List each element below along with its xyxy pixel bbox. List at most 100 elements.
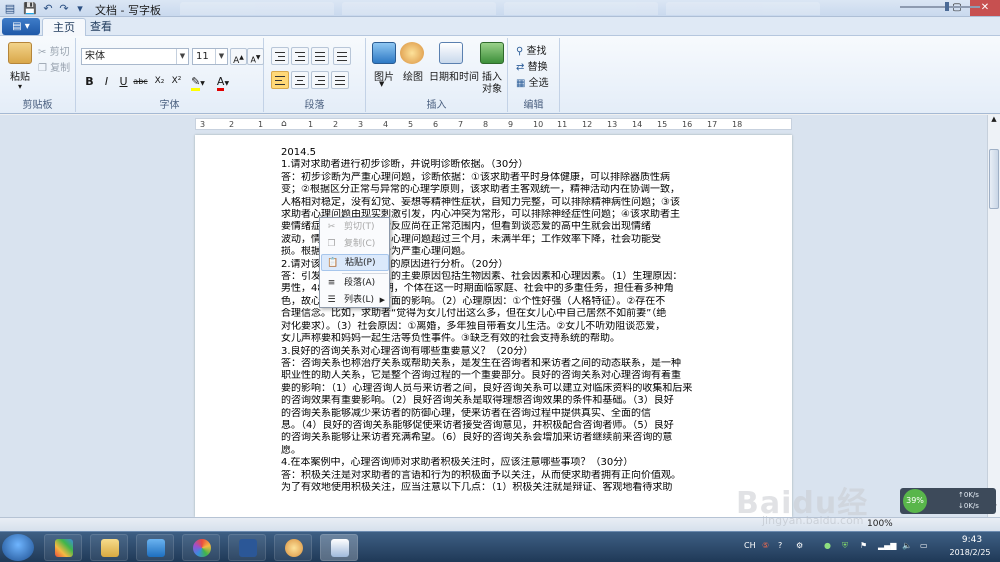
document-line: 对化要求）。（3）社会原因：①离婚，多年独自带着女儿生活。②女儿不听劝阻谈恋爱，: [281, 320, 666, 332]
vertical-scrollbar[interactable]: ▲ ▼: [987, 115, 1000, 517]
shield-icon[interactable]: ⛨: [842, 541, 848, 551]
app-menu-button[interactable]: ▤ ▾: [2, 18, 40, 35]
action-center-icon[interactable]: ⚑: [860, 541, 867, 550]
increase-indent-button[interactable]: [291, 47, 309, 65]
clock-time[interactable]: 9:43: [952, 535, 992, 545]
align-right-button[interactable]: [311, 71, 329, 89]
insert-object-icon[interactable]: [480, 42, 504, 64]
save-icon[interactable]: 💾: [22, 1, 38, 16]
input-language[interactable]: CH: [744, 541, 756, 550]
redo-icon[interactable]: ↷: [56, 1, 72, 16]
app-icon[interactable]: ▤: [2, 1, 18, 16]
network-speed-widget[interactable]: 39% ↑0K/s ↓0K/s: [900, 488, 996, 514]
font-size-select[interactable]: 11 ▼: [192, 48, 228, 65]
document-page[interactable]: 2014.5 1.请对求助者进行初步诊断，并说明诊断依据。（30分） 答：初步诊断为…: [195, 135, 792, 517]
superscript-button[interactable]: X²: [168, 73, 185, 90]
document-text[interactable]: 2014.5 1.请对求助者进行初步诊断，并说明诊断依据。（30分） 答：初步诊断为…: [281, 147, 699, 494]
cut-button[interactable]: ✂ 剪切: [38, 43, 70, 58]
tab-view[interactable]: 查看: [80, 18, 122, 36]
context-menu-copy[interactable]: ❐ 复制(C): [321, 236, 389, 253]
shrink-font-button[interactable]: A▼: [247, 48, 264, 65]
highlight-color-button[interactable]: ✎▼: [187, 73, 209, 91]
paint-drawing-button[interactable]: 绘图: [403, 68, 423, 83]
paste-dropdown-icon[interactable]: ▾: [18, 82, 22, 91]
battery-icon[interactable]: ▭: [920, 541, 928, 550]
document-line: 变；②根据区分正常与异常的心理学原则，该求助者主客观统一，精神活动内在协调一致，: [281, 184, 680, 196]
calendar-icon[interactable]: [439, 42, 463, 64]
zoom-slider-thumb[interactable]: [945, 2, 949, 11]
start-button[interactable]: [2, 534, 34, 561]
bold-button[interactable]: B: [81, 73, 98, 90]
context-menu-paragraph[interactable]: ≡ 段落(A): [321, 275, 389, 292]
paint-palette-icon[interactable]: [400, 42, 424, 64]
taskbar-wordpad[interactable]: [320, 534, 358, 561]
align-left-button[interactable]: [271, 71, 289, 89]
bullets-button[interactable]: [311, 47, 329, 65]
font-color-button[interactable]: A▼: [212, 73, 234, 91]
taskbar-paint[interactable]: [274, 534, 312, 561]
context-menu-label: 复制(C): [344, 239, 376, 249]
taskbar-app-3[interactable]: [136, 534, 174, 561]
zoom-slider[interactable]: [900, 6, 980, 8]
ruler-tick: 9: [508, 120, 514, 129]
paste-button[interactable]: 粘贴: [10, 68, 30, 83]
insert-object-button-line2[interactable]: 对象: [482, 80, 502, 95]
chevron-down-icon[interactable]: ▼: [379, 80, 384, 88]
editing-group: ⚲ 查找 ⇄ 替换 ▦ 全选 编辑: [508, 38, 560, 112]
ruler-tick: 17: [707, 120, 718, 129]
find-button[interactable]: ⚲ 查找: [516, 42, 547, 57]
context-menu-label: 剪切(T): [344, 222, 375, 232]
taskbar-file-explorer[interactable]: [90, 534, 128, 561]
picture-icon[interactable]: [372, 42, 396, 64]
context-menu-cut[interactable]: ✂ 剪切(T): [321, 219, 389, 236]
settings-icon[interactable]: ⚙: [796, 541, 803, 550]
network-icon[interactable]: ▂▄▆: [878, 541, 896, 550]
copy-button[interactable]: ❐ 复制: [38, 59, 70, 74]
ribbon-tab-bar: ▤ ▾ 主页 查看: [0, 17, 1000, 36]
customize-qat-icon[interactable]: ▾: [72, 1, 88, 16]
scroll-up-icon[interactable]: ▲: [989, 115, 999, 127]
ruler-tick: 1: [308, 120, 314, 129]
underline-button[interactable]: U: [115, 73, 132, 90]
select-all-button[interactable]: ▦ 全选: [516, 74, 549, 89]
paste-icon[interactable]: [8, 42, 32, 64]
document-line: 要的影响：（1）心理咨询人员与来访者之间，良好咨询关系可以建立对临床资料的收集和…: [281, 382, 693, 394]
subscript-button[interactable]: X₂: [151, 73, 168, 90]
tray-app-icon[interactable]: ●: [824, 541, 831, 550]
line-spacing-button[interactable]: [333, 47, 351, 65]
left-indent-marker[interactable]: ⌂: [281, 119, 287, 130]
context-menu-paste[interactable]: 📋 粘贴(P): [321, 254, 389, 271]
input-method-icon[interactable]: ⑤: [762, 541, 769, 550]
volume-icon[interactable]: 🔈: [902, 541, 912, 550]
folder-icon: [101, 539, 119, 557]
justify-button[interactable]: [331, 71, 349, 89]
taskbar-app-1[interactable]: [44, 534, 82, 561]
taskbar-browser[interactable]: [182, 534, 220, 561]
grow-font-button[interactable]: A▲: [230, 48, 247, 66]
scrollbar-thumb[interactable]: [989, 149, 999, 209]
ghost-tab: [180, 2, 334, 15]
upload-speed-value: 0K/s: [963, 491, 979, 499]
replace-button[interactable]: ⇄ 替换: [516, 58, 548, 73]
horizontal-ruler[interactable]: 3 2 1 ⌂ 1 2 3 4 5 6 7 8 9 10 11 12 13 14…: [195, 118, 792, 130]
chevron-down-icon: ▼: [200, 80, 205, 87]
undo-icon[interactable]: ↶: [40, 1, 56, 16]
italic-button[interactable]: I: [98, 73, 115, 90]
align-center-button[interactable]: [291, 71, 309, 89]
minimize-button[interactable]: —: [918, 0, 944, 16]
ruler-tick: 3: [200, 120, 206, 129]
chevron-down-icon: ▼: [215, 49, 227, 64]
help-icon[interactable]: ?: [778, 541, 782, 550]
taskbar-word[interactable]: [228, 534, 266, 561]
close-button[interactable]: ✕: [970, 0, 1000, 16]
browser-icon: [193, 539, 211, 557]
ruler-tick: 2: [229, 120, 235, 129]
decrease-indent-button[interactable]: [271, 47, 289, 65]
context-menu-list[interactable]: ☰ 列表(L) ▶: [321, 292, 389, 309]
strikethrough-button[interactable]: abc: [132, 73, 149, 90]
clock-date[interactable]: 2018/2/25: [944, 548, 996, 557]
font-family-select[interactable]: 宋体 ▼: [81, 48, 189, 65]
datetime-button[interactable]: 日期和时间: [429, 68, 479, 83]
upload-speed: ↑0K/s: [958, 491, 979, 499]
context-menu-separator: [342, 273, 388, 274]
